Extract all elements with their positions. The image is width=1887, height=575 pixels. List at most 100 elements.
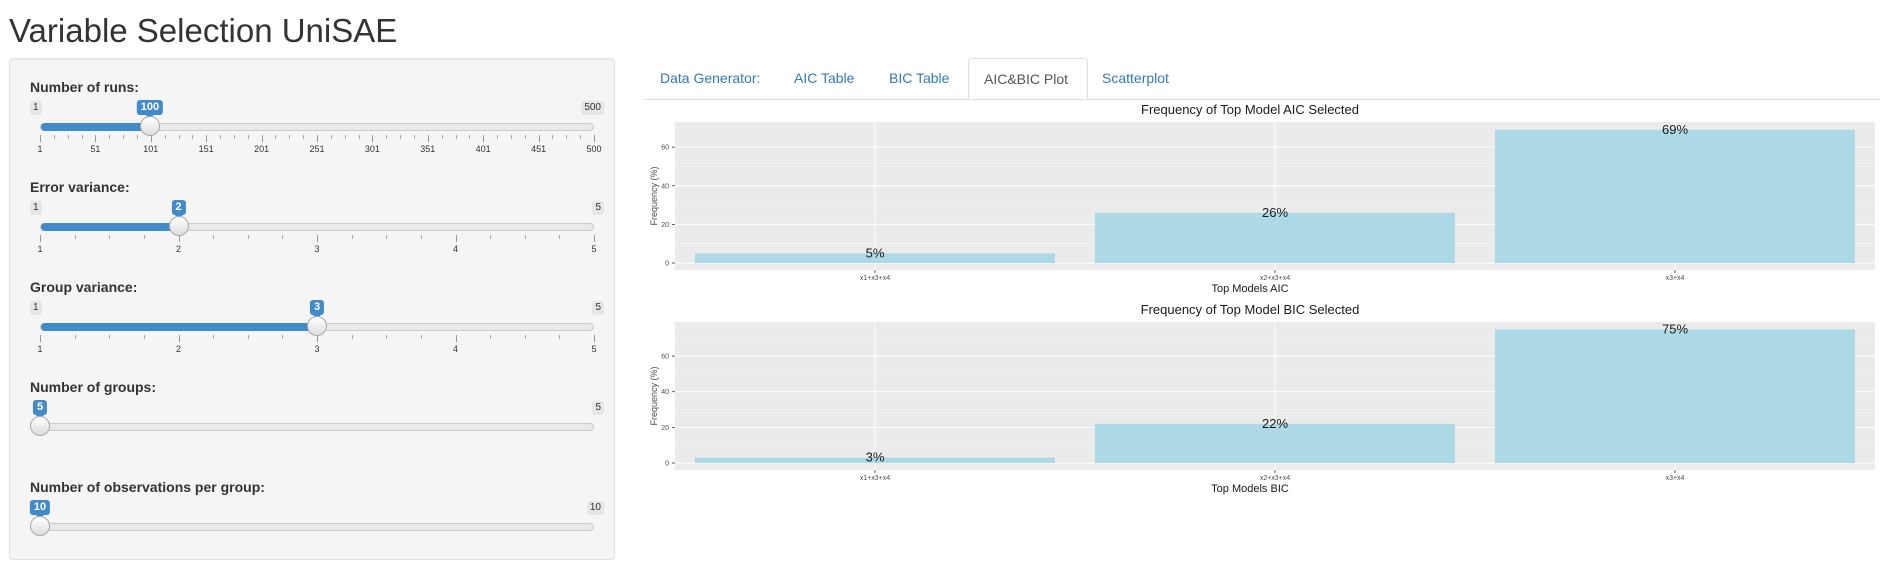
slider-track[interactable] xyxy=(40,223,594,231)
y-axis-title: Frequency (%) xyxy=(649,366,659,425)
chart-1: Frequency of Top Model BIC Selected 3% x1+… xyxy=(649,302,1875,495)
slider-minor-tick xyxy=(358,135,360,139)
slider-max-label: 500 xyxy=(581,101,604,115)
slider-value-badge: 10 xyxy=(29,500,51,519)
slider-minor-tick xyxy=(143,335,145,339)
slider-minor-tick xyxy=(282,335,284,339)
slider-handle[interactable] xyxy=(139,116,160,136)
slider-minor-tick xyxy=(524,335,526,339)
chart-0: Frequency of Top Model AIC Selected 5% x1+… xyxy=(649,102,1875,295)
slider-tick-label: 151 xyxy=(198,144,214,154)
slider-max-label: 5 xyxy=(592,401,604,415)
tab-scatterplot[interactable]: Scatterplot xyxy=(1087,58,1184,98)
slider-tick xyxy=(317,235,318,242)
slider-minor-tick xyxy=(441,135,443,139)
slider-minor-tick xyxy=(74,335,76,339)
chart-title: Frequency of Top Model AIC Selected xyxy=(1141,102,1359,117)
x-tick-label: x2+x3+x4 xyxy=(1260,275,1290,282)
bar xyxy=(1495,129,1855,263)
slider-minor-tick xyxy=(123,135,125,139)
slider-tick xyxy=(317,335,318,342)
slider-label: Number of groups: xyxy=(30,379,156,395)
slider-fill xyxy=(41,323,318,331)
bar-data-label: 3% xyxy=(866,450,885,465)
slider-minor-tick xyxy=(469,135,471,139)
slider-handle[interactable] xyxy=(307,316,327,336)
slider-tick-label: 2 xyxy=(175,344,182,354)
slider-tick xyxy=(178,235,180,242)
slider-tick-label: 2 xyxy=(175,244,182,254)
slider-minor-tick xyxy=(510,135,512,139)
tab-bar: Data Generator: AIC Table BIC Table AIC&… xyxy=(645,58,1880,100)
slider-track[interactable] xyxy=(40,523,594,531)
slider-tick-label: 201 xyxy=(254,144,270,154)
sidebar-panel: Number of runs: 1 500 100 1 51 101 151 201 251 301… xyxy=(9,58,615,560)
slider-handle[interactable] xyxy=(168,216,189,236)
x-axis-title: Top Models BIC xyxy=(1211,483,1289,495)
bar-data-label: 69% xyxy=(1662,122,1688,137)
y-tick-label: 0 xyxy=(665,461,669,468)
slider-minor-tick xyxy=(455,135,457,139)
slider-tick xyxy=(455,235,457,242)
slider-minor-tick xyxy=(164,135,166,139)
y-axis-title: Frequency (%) xyxy=(649,166,659,225)
slider-min-label: 1 xyxy=(30,301,42,315)
slider-ticks: 1 51 101 151 201 251 301 351 401 451 500 xyxy=(37,135,602,155)
slider-tick-label: 101 xyxy=(143,144,159,154)
slider-label: Group variance: xyxy=(30,279,138,295)
slider-handle[interactable] xyxy=(30,416,50,436)
bar-data-label: 75% xyxy=(1662,321,1688,336)
slider-minor-tick xyxy=(275,135,277,139)
slider-minor-tick xyxy=(303,135,305,139)
slider-runs: Number of runs: 1 500 100 1 51 101 151 201 251 301… xyxy=(30,79,604,175)
slider-minor-tick xyxy=(420,335,422,339)
slider-tick-label: 1 xyxy=(37,244,43,254)
slider-ticks: 1 2 3 4 5 xyxy=(37,235,597,255)
slider-tick-label: 3 xyxy=(314,244,320,254)
slider-minor-tick xyxy=(53,135,55,139)
slider-tick-label: 1 xyxy=(37,344,43,354)
bar xyxy=(1495,329,1855,463)
slider-tick xyxy=(455,335,457,342)
tab-bic-table[interactable]: BIC Table xyxy=(874,58,964,98)
slider-minor-tick xyxy=(413,135,415,139)
slider-tick xyxy=(594,235,595,242)
y-tick-label: 60 xyxy=(661,145,669,152)
slider-tick xyxy=(40,235,41,242)
tab-aic-bic-plot[interactable]: AIC&BIC Plot xyxy=(968,58,1088,99)
slider-minor-tick xyxy=(400,135,402,139)
slider-tick xyxy=(206,135,208,142)
slider-handle[interactable] xyxy=(30,516,50,536)
slider-minor-tick xyxy=(490,335,492,339)
slider-fill xyxy=(41,123,151,131)
slider-tick xyxy=(594,335,595,342)
slider-tick xyxy=(150,135,152,142)
slider-tick-label: 5 xyxy=(591,244,597,254)
slider-track[interactable] xyxy=(40,423,594,431)
tab-aic-table[interactable]: AIC Table xyxy=(779,58,869,98)
slider-track[interactable] xyxy=(40,123,594,131)
slider-minor-tick xyxy=(497,135,499,139)
slider-label: Number of observations per group: xyxy=(30,479,265,495)
bar xyxy=(1095,212,1455,263)
slider-tick-label: 251 xyxy=(309,144,325,154)
y-tick-label: 60 xyxy=(661,354,669,361)
slider-minor-tick xyxy=(330,135,332,139)
slider-value-badge: 5 xyxy=(32,400,48,419)
slider-tick-label: 451 xyxy=(531,144,547,154)
slider-group-variance: Group variance: 1 5 3 1 2 3 4 5 xyxy=(30,279,604,375)
slider-value-badge: 100 xyxy=(136,100,164,119)
slider-label: Number of runs: xyxy=(30,79,139,95)
slider-minor-tick xyxy=(386,335,388,339)
slider-minor-tick xyxy=(559,235,561,239)
slider-tick-label: 5 xyxy=(591,344,597,354)
bar-data-label: 26% xyxy=(1262,205,1288,220)
slider-groups: Number of groups: 5 5 xyxy=(30,379,604,475)
tab-data-generator[interactable]: Data Generator: xyxy=(645,58,775,98)
slider-observations: Number of observations per group: 10 10 xyxy=(29,479,604,575)
slider-minor-tick xyxy=(580,135,582,139)
slider-minor-tick xyxy=(289,135,291,139)
x-tick-label: x1+x3+x4 xyxy=(860,475,890,482)
slider-minor-tick xyxy=(233,135,235,139)
slider-minor-tick xyxy=(74,235,76,239)
